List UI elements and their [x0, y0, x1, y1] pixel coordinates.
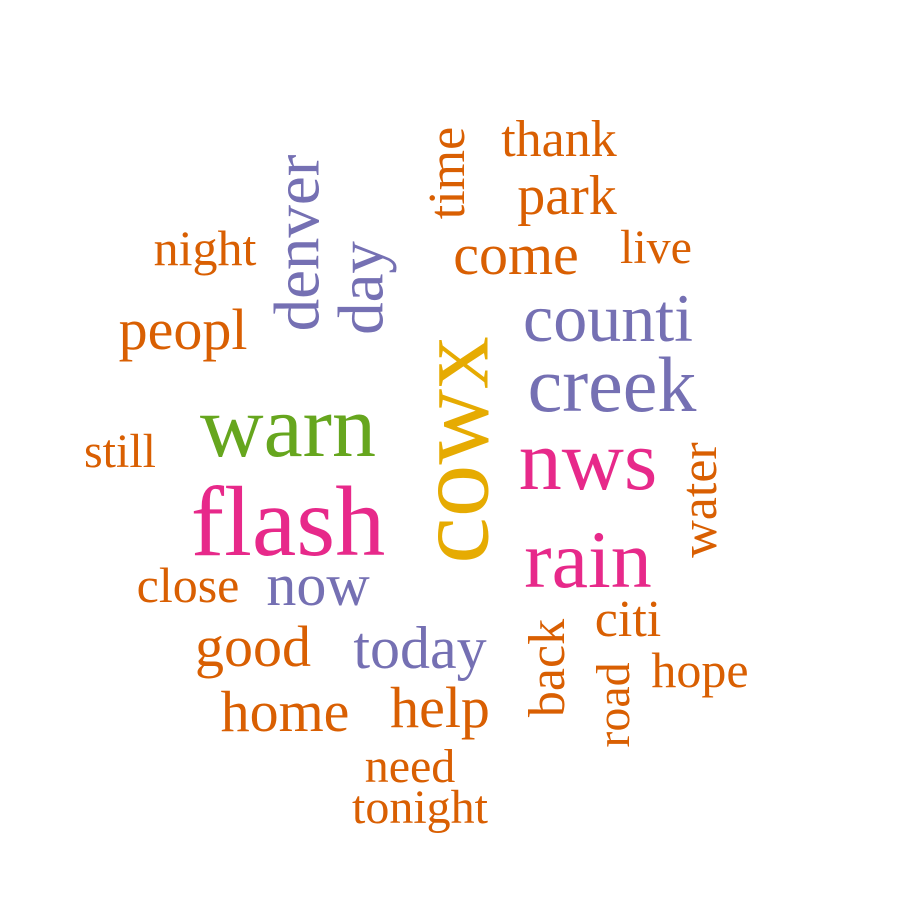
- word-hope: hope: [651, 642, 749, 698]
- word-denver: denver: [261, 154, 334, 332]
- word-now: now: [266, 552, 370, 618]
- word-tonight: tonight: [351, 781, 489, 834]
- word-warn: warn: [200, 379, 376, 476]
- word-thank: thank: [501, 111, 617, 168]
- word-come: come: [453, 222, 579, 287]
- word-road: road: [587, 662, 640, 748]
- word-creek: creek: [527, 341, 697, 428]
- word-counti: counti: [523, 280, 693, 356]
- word-nws: nws: [518, 412, 658, 508]
- word-cloud: cowx flash warn nws rain creek counti denver day…: [0, 0, 900, 900]
- word-live: live: [620, 221, 692, 274]
- word-day: day: [325, 241, 398, 335]
- word-night: night: [153, 220, 257, 276]
- word-home: home: [220, 679, 350, 744]
- word-today: today: [353, 615, 487, 681]
- word-help: help: [390, 675, 490, 740]
- word-water: water: [671, 442, 728, 558]
- word-close: close: [136, 557, 240, 613]
- word-still: still: [83, 425, 157, 478]
- word-time: time: [419, 126, 476, 220]
- word-park: park: [517, 165, 617, 227]
- word-citi: citi: [594, 591, 662, 648]
- word-cowx: cowx: [393, 336, 511, 564]
- word-rain: rain: [524, 514, 652, 605]
- word-peopl: peopl: [118, 297, 248, 362]
- word-good: good: [195, 614, 311, 679]
- word-back: back: [519, 618, 576, 718]
